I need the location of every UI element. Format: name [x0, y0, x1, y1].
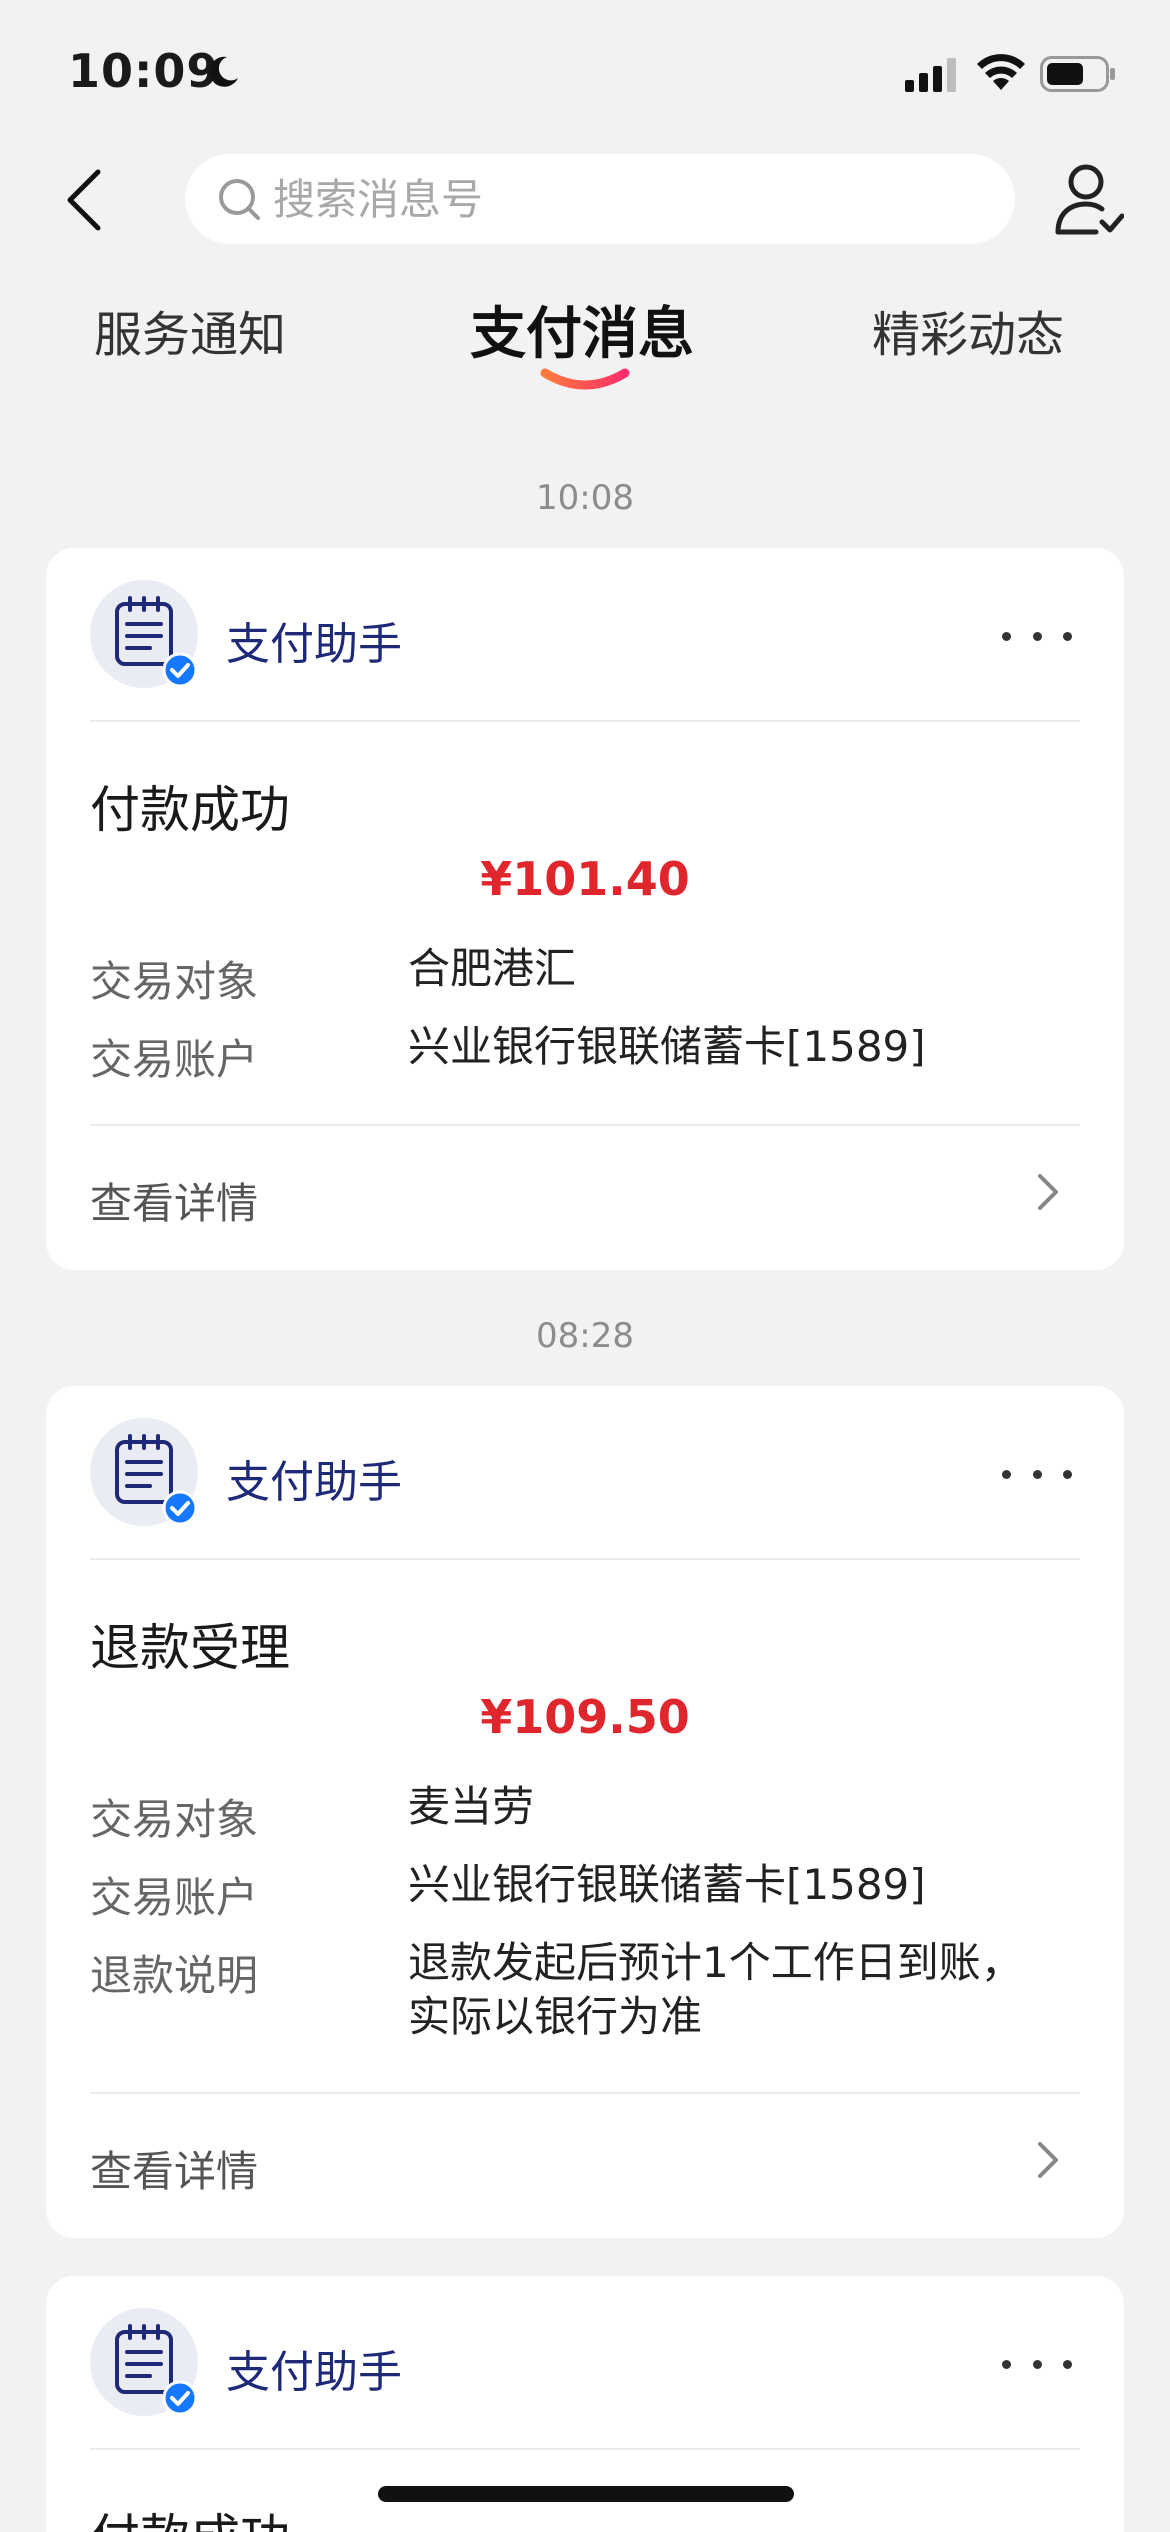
more-dots-icon: [1002, 1469, 1011, 1479]
moon-icon: [209, 56, 238, 87]
avatar[interactable]: [90, 2308, 198, 2416]
field-value: 兴业银行银联储蓄卡[1589]: [408, 1860, 926, 1909]
field-value: 实际以银行为准: [408, 1992, 703, 2041]
message-time: 08:28: [536, 1316, 634, 1356]
tab-service-notifications[interactable]: 服务通知: [94, 295, 286, 365]
sender-name[interactable]: 支付助手: [226, 608, 402, 672]
avatar[interactable]: [90, 1418, 198, 1526]
notepad-verified-icon: [115, 2324, 198, 2416]
card-header: 支付助手: [90, 2308, 1080, 2418]
chevron-right-icon: [1038, 1174, 1058, 1210]
top-navigation: [0, 150, 1170, 250]
tab-payment-messages[interactable]: 支付消息: [470, 289, 694, 370]
search-icon: [219, 179, 260, 220]
field-label: 交易账户: [90, 1873, 259, 1922]
home-indicator[interactable]: [378, 2486, 794, 2502]
field-label: 退款说明: [90, 1951, 259, 2000]
card-header: 支付助手: [90, 580, 1080, 690]
refund-amount: ¥109.50: [480, 1690, 690, 1744]
message-card: 支付助手 退款受理 ¥109.50 交易对象 麦当劳 交易账户 兴业银行银联储蓄…: [46, 1386, 1124, 2238]
chevron-left-icon: [67, 169, 101, 231]
field-value: 退款发起后预计1个工作日到账，: [408, 1938, 1023, 1987]
field-value: 兴业银行银联储蓄卡[1589]: [408, 1022, 926, 1071]
wifi-icon: [977, 54, 1025, 90]
search-input[interactable]: [273, 174, 873, 224]
search-bar[interactable]: [185, 154, 1015, 244]
more-options-button[interactable]: [1002, 2344, 1072, 2384]
notepad-verified-icon: [115, 596, 198, 688]
tab-highlights[interactable]: 精彩动态: [872, 295, 1064, 365]
message-title: 付款成功: [90, 2498, 290, 2532]
status-time: 10:09: [68, 44, 220, 98]
message-time: 10:08: [536, 478, 634, 518]
view-details-button[interactable]: 查看详情: [90, 2116, 1080, 2206]
active-tab-indicator: [540, 368, 630, 390]
divider: [90, 720, 1080, 722]
field-value: 合肥港汇: [408, 944, 577, 993]
battery-icon: [1040, 56, 1115, 92]
payment-messages-screen: 10:09 搜索消息号 服务通知 支付消息 精彩动态 10:08 支付助手 付款…: [0, 0, 1170, 2532]
more-dots-icon: [1002, 631, 1011, 641]
cellular-signal-icon: [905, 58, 956, 92]
card-header: 支付助手: [90, 1418, 1080, 1528]
field-value: 麦当劳: [408, 1782, 535, 1831]
notepad-verified-icon: [115, 1434, 198, 1526]
field-label: 交易对象: [90, 957, 259, 1006]
field-label: 交易对象: [90, 1795, 259, 1844]
message-card: 支付助手 付款成功 ¥101.40 交易对象 合肥港汇 交易账户 兴业银行银联储…: [46, 548, 1124, 1270]
message-title: 付款成功: [90, 781, 290, 839]
chevron-right-icon: [1038, 2142, 1058, 2178]
field-label: 交易账户: [90, 1035, 259, 1084]
view-details-label: 查看详情: [90, 1179, 259, 1228]
status-bar: 10:09: [0, 0, 1170, 150]
contact-settings-button[interactable]: [1052, 160, 1125, 240]
user-check-icon: [1055, 164, 1125, 235]
divider: [90, 1124, 1080, 1126]
message-title: 退款受理: [90, 1619, 290, 1677]
payment-amount: ¥101.40: [480, 852, 690, 906]
message-category-tabs: 服务通知 支付消息 精彩动态: [0, 285, 1170, 405]
divider: [90, 2448, 1080, 2450]
divider: [90, 1558, 1080, 1560]
avatar[interactable]: [90, 580, 198, 688]
more-dots-icon: [1002, 2359, 1011, 2369]
more-options-button[interactable]: [1002, 616, 1072, 656]
sender-name[interactable]: 支付助手: [226, 2336, 402, 2400]
divider: [90, 2092, 1080, 2094]
back-button[interactable]: [56, 164, 112, 236]
more-options-button[interactable]: [1002, 1454, 1072, 1494]
sender-name[interactable]: 支付助手: [226, 1446, 402, 1510]
view-details-label: 查看详情: [90, 2147, 259, 2196]
view-details-button[interactable]: 查看详情: [90, 1148, 1080, 1238]
